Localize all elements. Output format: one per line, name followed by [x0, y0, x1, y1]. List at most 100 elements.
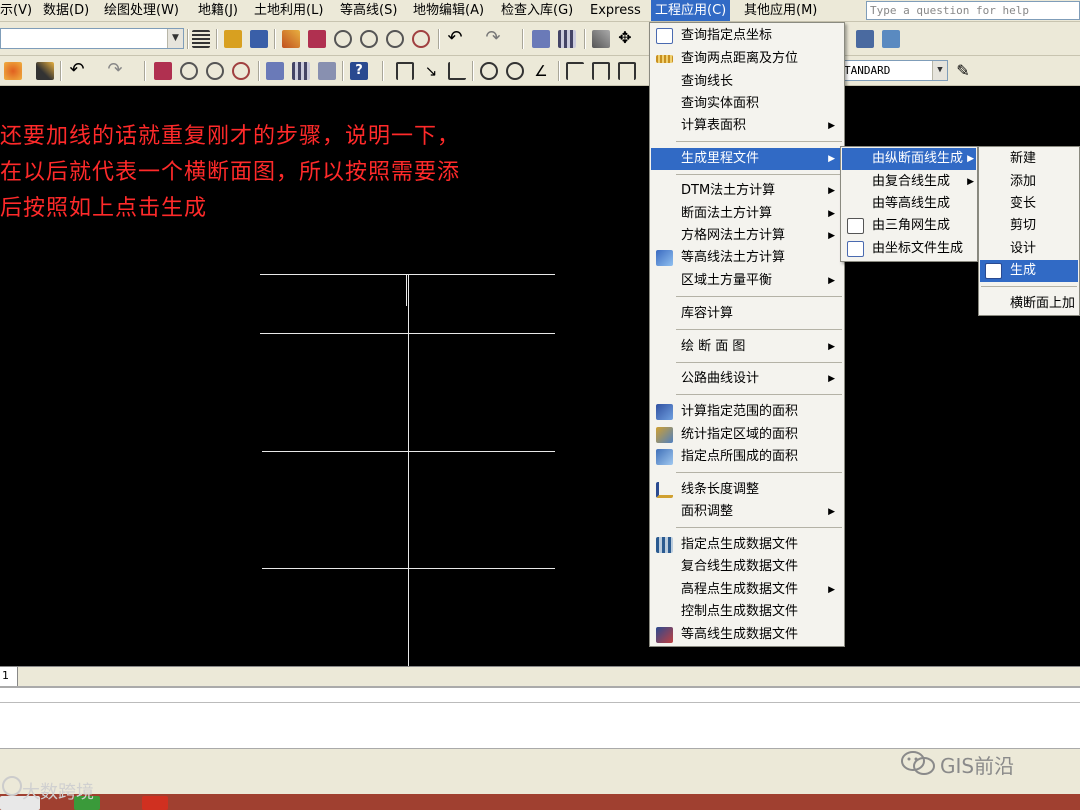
menu-item-point-data-file[interactable]: 指定点生成数据文件: [651, 534, 843, 556]
zoom-icon[interactable]: [334, 30, 352, 48]
edit-icon[interactable]: [154, 62, 172, 80]
menu-item-trim[interactable]: 剪切: [980, 215, 1078, 237]
menu-view[interactable]: 示(V): [0, 0, 32, 21]
menu-data[interactable]: 数据(D): [43, 0, 89, 21]
menu-item-from-tin[interactable]: 由三角网生成: [842, 215, 976, 237]
dim-diameter-icon[interactable]: [506, 62, 524, 80]
menu-item-reservoir[interactable]: 库容计算: [651, 303, 843, 325]
menu-check-import[interactable]: 检查入库(G): [501, 0, 573, 21]
zoom-out-icon[interactable]: [386, 30, 404, 48]
toolbar-separator: [522, 29, 524, 49]
chevron-down-icon[interactable]: ▼: [932, 61, 947, 80]
app-icon[interactable]: [142, 796, 168, 810]
menu-item-from-contour[interactable]: 由等高线生成: [842, 193, 976, 215]
menu-item-region-area[interactable]: 统计指定区域的面积: [651, 424, 843, 446]
calculator-icon[interactable]: [318, 62, 336, 80]
open-icon[interactable]: [224, 30, 242, 48]
menu-item-control-data-file[interactable]: 控制点生成数据文件: [651, 601, 843, 623]
dim-radius-icon[interactable]: [480, 62, 498, 80]
menu-bar: 示(V) 数据(D) 绘图处理(W) 地籍(J) 土地利用(L) 等高线(S) …: [0, 0, 1080, 22]
menu-item-query-area[interactable]: 查询实体面积: [651, 93, 843, 115]
pencil-icon[interactable]: [282, 30, 300, 48]
layout-tab[interactable]: 1: [0, 667, 18, 686]
layer-state-icon[interactable]: [882, 30, 900, 48]
toolbar-separator: [258, 61, 260, 81]
pan-icon[interactable]: ✥: [616, 30, 634, 48]
menu-item-section-volume[interactable]: 断面法土方计算 ▶: [651, 203, 843, 225]
menu-land-use[interactable]: 土地利用(L): [254, 0, 323, 21]
chevron-down-icon[interactable]: ▼: [167, 29, 183, 48]
menu-item-from-coord-file[interactable]: 由坐标文件生成: [842, 238, 976, 260]
zoom-icon[interactable]: [180, 62, 198, 80]
edit-icon[interactable]: [308, 30, 326, 48]
dim-angle-icon[interactable]: ∠: [532, 62, 550, 80]
menu-item-from-profile[interactable]: 由纵断面线生成 ▶: [842, 148, 976, 170]
menu-item-add-to-cross-section[interactable]: 横断面上加: [980, 293, 1078, 315]
redo-icon[interactable]: ↷: [106, 61, 124, 80]
layer-select[interactable]: ▼: [0, 28, 184, 49]
menu-item-grid-volume[interactable]: 方格网法土方计算 ▶: [651, 225, 843, 247]
menu-item-range-area[interactable]: 计算指定范围的面积: [651, 401, 843, 423]
menu-item-area-adjust[interactable]: 面积调整 ▶: [651, 501, 843, 523]
menu-item-draw-section[interactable]: 绘 断 面 图 ▶: [651, 336, 843, 358]
menu-item-mileage-file[interactable]: 生成里程文件 ▶: [651, 148, 843, 170]
menu-item-line-length-adjust[interactable]: 线条长度调整: [651, 479, 843, 501]
color-icon[interactable]: [4, 62, 22, 80]
centerline[interactable]: [408, 274, 409, 666]
brush-icon[interactable]: [592, 30, 610, 48]
menu-engineering[interactable]: 工程应用(C): [651, 0, 731, 21]
zoom-out-icon[interactable]: [232, 62, 250, 80]
undo-icon[interactable]: ↶: [446, 29, 464, 48]
menu-drawing[interactable]: 绘图处理(W): [104, 0, 179, 21]
help-search-input[interactable]: Type a question for help: [866, 1, 1080, 20]
menu-item-from-polyline[interactable]: 由复合线生成 ▶: [842, 171, 976, 193]
menu-item-dtm-volume[interactable]: DTM法土方计算 ▶: [651, 180, 843, 202]
undo-icon[interactable]: ↶: [68, 61, 86, 80]
properties-icon[interactable]: [266, 62, 284, 80]
menu-express[interactable]: Express: [590, 0, 641, 21]
menu-item-surface-area[interactable]: 计算表面积 ▶: [651, 115, 843, 137]
centerline-segment[interactable]: [406, 274, 407, 306]
table-icon[interactable]: [292, 62, 310, 80]
menu-cadastre[interactable]: 地籍(J): [198, 0, 238, 21]
menu-item-add[interactable]: 添加: [980, 171, 1078, 193]
dim-ordinate-icon[interactable]: [448, 62, 466, 80]
zoom-in-icon[interactable]: [206, 62, 224, 80]
menu-item-query-point[interactable]: 查询指定点坐标: [651, 25, 843, 47]
chevron-right-icon: ▶: [828, 374, 835, 384]
menu-item-road-curve[interactable]: 公路曲线设计 ▶: [651, 368, 843, 390]
zoom-in-icon[interactable]: [360, 30, 378, 48]
menu-item-query-distance[interactable]: 查询两点距离及方位: [651, 48, 843, 70]
menu-item-new[interactable]: 新建: [980, 148, 1078, 170]
dim-baseline-icon[interactable]: [566, 62, 584, 80]
menu-contour[interactable]: 等高线(S): [340, 0, 397, 21]
redo-icon[interactable]: ↷: [484, 29, 502, 48]
command-line[interactable]: [0, 686, 1080, 748]
menu-item-contour-data-file[interactable]: 等高线生成数据文件: [651, 624, 843, 646]
menu-item-contour-volume[interactable]: 等高线法土方计算: [651, 247, 843, 269]
dim-aligned-icon[interactable]: ↘: [422, 62, 440, 80]
zoom-previous-icon[interactable]: [412, 30, 430, 48]
menu-item-query-length[interactable]: 查询线长: [651, 71, 843, 93]
save-icon[interactable]: [250, 30, 268, 48]
layer-tool-icon[interactable]: [856, 30, 874, 48]
dim-quick-icon[interactable]: [618, 62, 636, 80]
menu-feature-edit[interactable]: 地物编辑(A): [413, 0, 484, 21]
dim-linear-icon[interactable]: [396, 62, 414, 80]
menu-other[interactable]: 其他应用(M): [744, 0, 817, 21]
menu-item-polyline-data-file[interactable]: 复合线生成数据文件: [651, 556, 843, 578]
table-icon[interactable]: [558, 30, 576, 48]
pencil-icon[interactable]: [36, 62, 54, 80]
dim-continue-icon[interactable]: [592, 62, 610, 80]
linetype-icon[interactable]: [192, 30, 210, 48]
menu-item-generate[interactable]: 生成: [980, 260, 1078, 282]
help-icon[interactable]: ?: [350, 62, 368, 80]
dim-style-select[interactable]: TANDARD ▼: [840, 60, 948, 81]
menu-item-elevation-data-file[interactable]: 高程点生成数据文件 ▶: [651, 579, 843, 601]
menu-item-points-area[interactable]: 指定点所围成的面积: [651, 446, 843, 468]
menu-item-lengthen[interactable]: 变长: [980, 193, 1078, 215]
properties-icon[interactable]: [532, 30, 550, 48]
menu-item-design[interactable]: 设计: [980, 238, 1078, 260]
dim-update-icon[interactable]: ✎: [954, 62, 972, 80]
menu-item-region-balance[interactable]: 区域土方量平衡 ▶: [651, 270, 843, 292]
